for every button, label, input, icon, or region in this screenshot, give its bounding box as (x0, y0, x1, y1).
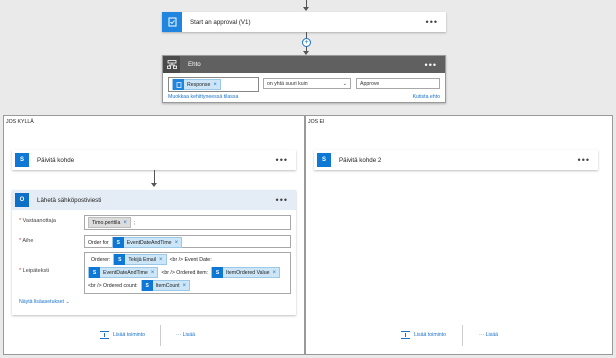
event-date-token: S EventDateAndTime × (111, 237, 183, 248)
send-email-card: O Lähetä sähköpostiviesti ••• * Vastaano… (12, 190, 296, 315)
arrow-head-icon (151, 183, 157, 187)
sharepoint-token-icon: S (89, 267, 100, 278)
outlook-icon: O (15, 193, 29, 207)
body-text-event-date: <br /> Event Date: (169, 256, 212, 263)
event-date-token-label: EventDateAndTime (103, 269, 148, 276)
item-ordered-token-label: ItemOrdered Value (226, 269, 270, 276)
update-item-2-card[interactable]: S Päivitä kohde 2 ••• (314, 150, 598, 170)
send-email-more-button[interactable]: ••• (276, 195, 288, 205)
sharepoint-token-icon: S (112, 237, 124, 248)
chevron-down-icon: ⌄ (342, 80, 347, 87)
recipient-separator: ; (133, 219, 136, 226)
add-action-label: Lisää toiminto (414, 332, 447, 338)
condition-icon (163, 56, 180, 73)
branch-divider (462, 325, 463, 346)
condition-title: Ehto (188, 61, 201, 68)
add-step-plus-icon[interactable]: + (302, 38, 311, 47)
condition-value: Approve (360, 80, 380, 87)
remove-token-icon[interactable]: × (213, 82, 217, 88)
to-label: * Vastaanottaja (19, 218, 56, 224)
send-email-header[interactable]: O Lähetä sähköpostiviesti ••• (12, 190, 296, 210)
sharepoint-token-icon: S (141, 280, 153, 291)
author-email-token: S Tekijä Email × (113, 254, 167, 265)
more-button[interactable]: ··· Lisää (176, 332, 195, 338)
subject-label: * Aihe (19, 238, 34, 244)
approval-more-button[interactable]: ••• (426, 17, 438, 27)
response-token: Response × (172, 79, 221, 90)
body-text-ordered-item: <br /> Ordered item: (161, 269, 209, 276)
sharepoint-token-icon: S (114, 254, 126, 265)
add-action-icon (100, 331, 109, 339)
update-item-2-more-button[interactable]: ••• (578, 155, 590, 165)
add-action-button[interactable]: Lisää toiminto (100, 331, 145, 339)
remove-token-icon[interactable]: × (272, 270, 276, 276)
body-label: * Leipäteksti (19, 268, 49, 274)
item-ordered-token: S ItemOrdered Value × (211, 267, 280, 278)
add-action-button[interactable]: Lisää toiminto (401, 331, 446, 339)
remove-token-icon[interactable]: × (183, 283, 187, 289)
event-date-token-label: EventDateAndTime (126, 239, 172, 246)
item-count-token: S ItemCount × (140, 280, 191, 291)
event-date-token: S EventDateAndTime × (88, 267, 159, 278)
branch-divider (160, 325, 161, 346)
remove-token-icon[interactable]: × (159, 257, 163, 263)
operator-value: on yhtä suuri kuin (267, 80, 308, 87)
to-field[interactable]: Timo.perttila × ; (84, 215, 291, 230)
condition-card: Ehto ••• Response × on yhtä suuri kuin ⌄… (162, 55, 446, 103)
send-email-title: Lähetä sähköpostiviesti (37, 196, 102, 204)
approval-title: Start an approval (V1) (190, 18, 251, 26)
condition-operator-select[interactable]: on yhtä suuri kuin ⌄ (263, 78, 351, 89)
recipient-token: Timo.perttila × (88, 217, 131, 228)
subject-field[interactable]: Order for S EventDateAndTime × (84, 235, 291, 248)
condition-value-input[interactable]: Approve (356, 78, 440, 89)
sharepoint-icon: S (15, 153, 29, 167)
approval-card[interactable]: Start an approval (V1) ••• (162, 12, 446, 32)
arrow-head-icon (303, 7, 309, 11)
remove-token-icon[interactable]: × (123, 220, 127, 226)
update-item-more-button[interactable]: ••• (276, 155, 288, 165)
remove-token-icon[interactable]: × (175, 240, 179, 246)
no-branch-label: JOS EI (308, 119, 325, 125)
approval-token-icon (173, 79, 184, 90)
author-email-token-label: Tekijä Email (128, 256, 157, 263)
sharepoint-icon: S (317, 153, 331, 167)
body-text-orderer: Orderer: (91, 256, 111, 263)
approval-icon (162, 12, 182, 32)
subject-text: Order for (88, 239, 109, 246)
condition-header[interactable]: Ehto ••• (163, 56, 445, 73)
yes-branch-label: JOS KYLLÄ (6, 119, 34, 125)
condition-left-operand[interactable]: Response × (168, 77, 259, 92)
add-action-icon (401, 331, 410, 339)
remove-token-icon[interactable]: × (151, 270, 155, 276)
item-count-token-label: ItemCount (155, 282, 180, 289)
recipient-token-label: Timo.perttila (92, 219, 121, 226)
collapse-condition-link[interactable]: Kutista ehto (413, 94, 440, 100)
update-item-title: Päivitä kohde (37, 156, 75, 164)
update-item-card[interactable]: S Päivitä kohde ••• (12, 150, 296, 170)
update-item-2-title: Päivitä kohde 2 (339, 156, 382, 164)
sharepoint-token-icon: S (212, 267, 224, 278)
body-field[interactable]: Orderer: S Tekijä Email × <br /> Event D… (84, 252, 291, 294)
add-action-label: Lisää toiminto (113, 332, 146, 338)
edit-advanced-link[interactable]: Muokkaa kehittyneessä tilassa (168, 94, 238, 100)
more-button[interactable]: ··· Lisää (479, 332, 498, 338)
show-advanced-link[interactable]: Näytä lisäasetukset ⌄ (19, 299, 70, 305)
condition-more-button[interactable]: ••• (425, 60, 437, 70)
body-text-ordered-count: <br /> Ordered count: (88, 282, 138, 289)
response-token-label: Response (187, 81, 211, 88)
chevron-down-icon: ⌄ (65, 299, 70, 305)
